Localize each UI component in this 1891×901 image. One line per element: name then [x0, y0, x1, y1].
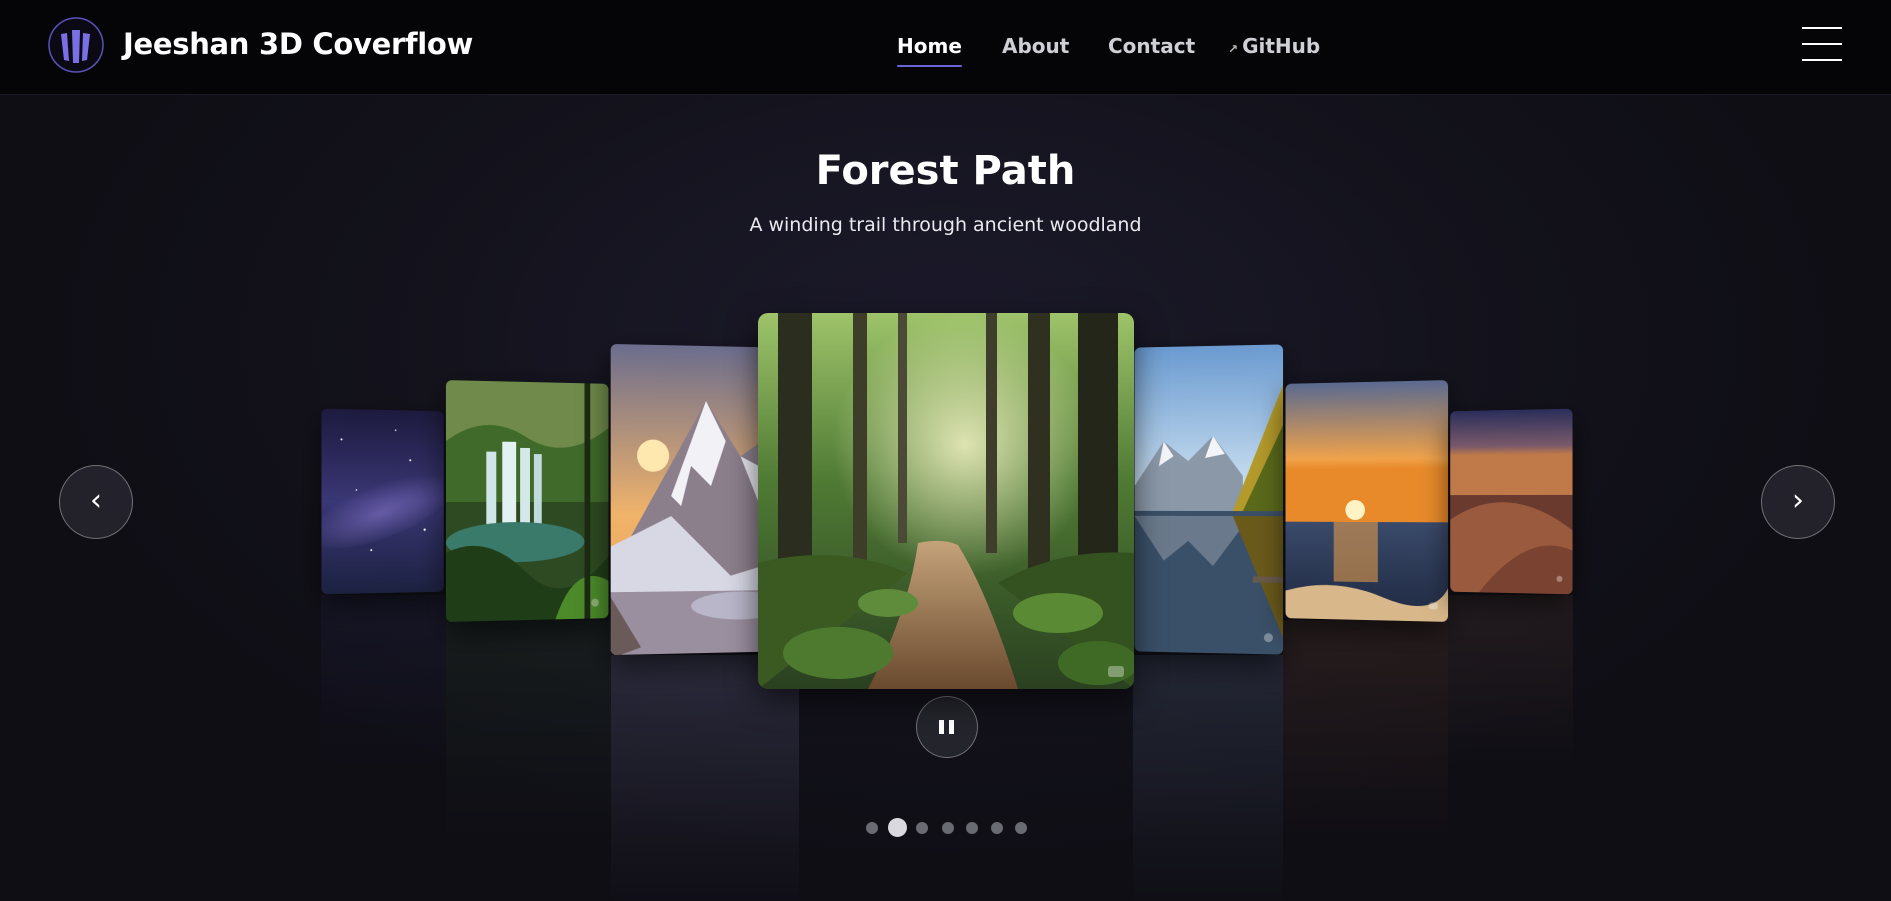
page: Jeeshan 3D Coverflow Home About Contact … [0, 0, 1891, 901]
pagination-dot[interactable] [888, 818, 907, 837]
coverflow-stage [0, 0, 1891, 901]
card-reflection [1283, 620, 1448, 850]
pagination-dot[interactable] [866, 822, 878, 834]
carousel-card-ocean-sunset[interactable] [1285, 380, 1449, 622]
pagination-dot[interactable] [916, 822, 928, 834]
chevron-right-icon: › [1792, 483, 1804, 518]
image-badge-icon [1556, 575, 1563, 582]
pagination-dot[interactable] [991, 822, 1003, 834]
image-badge-icon [1263, 633, 1273, 643]
carousel-card-mountain-lake[interactable] [1134, 344, 1284, 655]
carousel-card-forest-path[interactable] [758, 313, 1134, 689]
card-reflection [446, 620, 611, 850]
carousel-card-waterfall[interactable] [445, 380, 609, 622]
card-reflection [611, 655, 799, 901]
card-reflection [321, 595, 446, 775]
chevron-left-icon: ‹ [90, 483, 102, 518]
pagination-dot[interactable] [1015, 822, 1027, 834]
carousel-card-desert[interactable] [1450, 408, 1573, 595]
pagination-dots [0, 818, 1891, 838]
carousel-card-milky-way[interactable] [321, 408, 444, 595]
card-reflection [1133, 655, 1283, 901]
prev-arrow-button[interactable]: ‹ [59, 465, 133, 539]
pause-button[interactable] [916, 696, 978, 758]
next-arrow-button[interactable]: › [1761, 465, 1835, 539]
pagination-dot[interactable] [942, 822, 954, 834]
image-badge-icon [1108, 666, 1124, 677]
image-badge-icon [1428, 602, 1438, 610]
pagination-dot[interactable] [966, 822, 978, 834]
card-reflection [1448, 595, 1573, 775]
